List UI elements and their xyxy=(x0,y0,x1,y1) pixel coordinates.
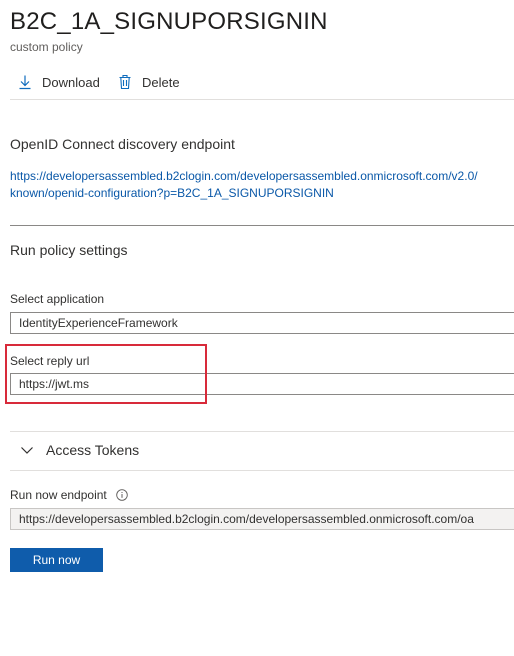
access-tokens-expander[interactable]: Access Tokens xyxy=(20,440,139,460)
discovery-link-line2[interactable]: known/openid-configuration?p=B2C_1A_SIGN… xyxy=(10,185,478,202)
download-icon xyxy=(17,74,33,90)
discovery-link-line1[interactable]: https://developersassembled.b2clogin.com… xyxy=(10,168,478,185)
page-subtitle: custom policy xyxy=(10,40,83,54)
chevron-down-icon xyxy=(20,443,34,457)
delete-button[interactable]: Delete xyxy=(117,72,180,92)
select-application-dropdown[interactable]: IdentityExperienceFramework xyxy=(10,312,514,334)
run-now-button[interactable]: Run now xyxy=(10,548,103,572)
select-application-label: Select application xyxy=(10,292,105,306)
download-label: Download xyxy=(42,74,100,90)
discovery-link[interactable]: https://developersassembled.b2clogin.com… xyxy=(10,168,478,202)
run-policy-heading: Run policy settings xyxy=(10,242,128,258)
download-button[interactable]: Download xyxy=(17,72,100,92)
section-divider xyxy=(10,225,514,226)
select-reply-url-label: Select reply url xyxy=(10,354,90,368)
run-now-endpoint-label: Run now endpoint xyxy=(10,488,107,502)
access-tokens-bottom-divider xyxy=(10,470,514,471)
select-reply-url-dropdown[interactable]: https://jwt.ms xyxy=(10,373,514,395)
run-now-endpoint-header: Run now endpoint xyxy=(10,488,128,502)
delete-label: Delete xyxy=(142,74,180,90)
access-tokens-divider xyxy=(10,431,514,432)
run-now-endpoint-field[interactable]: https://developersassembled.b2clogin.com… xyxy=(10,508,514,530)
access-tokens-label: Access Tokens xyxy=(46,442,140,458)
trash-icon xyxy=(117,74,133,90)
discovery-heading: OpenID Connect discovery endpoint xyxy=(10,136,235,152)
page-title: B2C_1A_SIGNUPORSIGNIN xyxy=(10,8,328,35)
toolbar-divider xyxy=(10,99,514,100)
info-icon[interactable] xyxy=(115,489,128,501)
